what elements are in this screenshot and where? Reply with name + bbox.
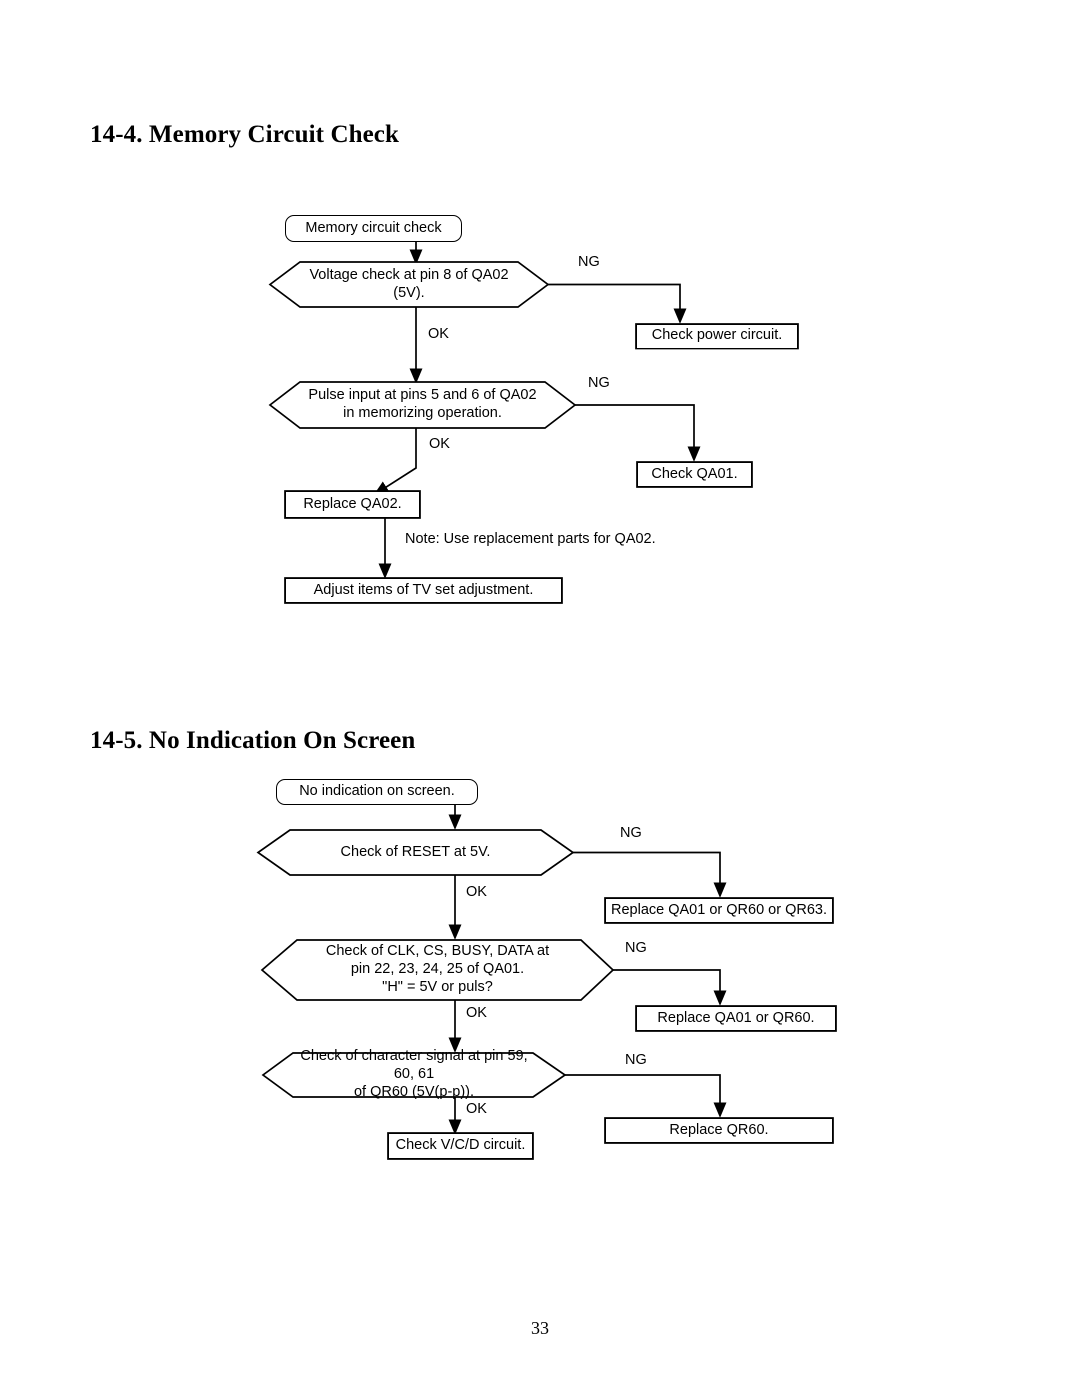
flow-node-replace-qa02[interactable]: Replace QA02. [285, 491, 420, 518]
flow-edge-label-ng-2: NG [625, 940, 647, 956]
flow-edge-label-ng-1: NG [620, 825, 642, 841]
section-heading-14-5: 14-5. No Indication On Screen [90, 727, 416, 754]
flow-node-no-indication-on-screen[interactable]: No indication on screen. [276, 779, 478, 805]
flow-edge-label-ok-1: OK [428, 326, 449, 342]
flow-node-label: No indication on screen. [299, 783, 455, 800]
flow-edge-label-ok-3: OK [466, 1101, 487, 1117]
flow-node-label: Memory circuit check [305, 219, 442, 236]
flow-node-label: Replace QA01 or QR60 or QR63. [611, 901, 827, 918]
flow-node-replace-qr60[interactable]: Replace QR60. [605, 1118, 833, 1143]
flowchart-memory-circuit-check: Memory circuit check Voltage check at pi… [0, 200, 1080, 630]
flow-edge-label-ok-2: OK [466, 1005, 487, 1021]
page-number: 33 [531, 1318, 549, 1338]
section-heading-14-4: 14-4. Memory Circuit Check [90, 121, 400, 148]
flow-decision-check-character-signal[interactable]: Check of character signal at pin 59, 60,… [263, 1048, 565, 1099]
flow-node-check-vcd-circuit[interactable]: Check V/C/D circuit. [388, 1133, 533, 1159]
flow-edge-label-ng-3: NG [625, 1052, 647, 1068]
flow-node-label: Replace QA01 or QR60. [657, 1009, 815, 1026]
flow-note-replacement-parts: Note: Use replacement parts for QA02. [405, 531, 656, 547]
flow-node-label: Check of CLK, CS, BUSY, DATA at pin 22, … [325, 943, 550, 995]
flow-node-adjust-items-tv-set[interactable]: Adjust items of TV set adjustment. [285, 578, 562, 603]
flow-node-label: Check V/C/D circuit. [395, 1137, 526, 1154]
flow-decision-check-reset-5v[interactable]: Check of RESET at 5V. [258, 830, 573, 875]
flow-node-label: Check power circuit. [651, 327, 783, 344]
flow-node-memory-circuit-check[interactable]: Memory circuit check [285, 215, 462, 242]
flow-node-label: Check of character signal at pin 59, 60,… [300, 1048, 528, 1100]
flow-decision-check-clk-cs-busy-data[interactable]: Check of CLK, CS, BUSY, DATA at pin 22, … [262, 940, 613, 1000]
flow-node-check-qa01[interactable]: Check QA01. [637, 462, 752, 487]
flow-node-label: Pulse input at pins 5 and 6 of QA02 in m… [308, 387, 537, 421]
flow-node-replace-qa01-qr60-qr63[interactable]: Replace QA01 or QR60 or QR63. [605, 898, 833, 923]
flow-node-label: Replace QA02. [303, 495, 402, 512]
flow-node-label: Check of RESET at 5V. [340, 843, 491, 860]
flow-edge-label-ng-1: NG [578, 254, 600, 270]
flow-edge-label-ok-1: OK [466, 884, 487, 900]
document-page: 14-4. Memory Circuit Check Memory circui… [0, 0, 1080, 1397]
flowchart-no-indication-on-screen: No indication on screen. Check of RESET … [0, 770, 1080, 1180]
flow-node-replace-qa01-qr60[interactable]: Replace QA01 or QR60. [636, 1006, 836, 1031]
flow-edge-label-ok-2: OK [429, 436, 450, 452]
flow-node-label: Voltage check at pin 8 of QA02 (5V). [309, 266, 509, 301]
flow-node-label: Check QA01. [651, 465, 738, 482]
flow-node-check-power-circuit[interactable]: Check power circuit. [636, 324, 798, 349]
flow-decision-pulse-input-qa02[interactable]: Pulse input at pins 5 and 6 of QA02 in m… [270, 382, 575, 428]
flow-node-label: Replace QR60. [669, 1121, 769, 1138]
flow-edge-label-ng-2: NG [588, 375, 610, 391]
flow-node-label: Adjust items of TV set adjustment. [313, 581, 534, 598]
flow-decision-voltage-check-qa02[interactable]: Voltage check at pin 8 of QA02 (5V). [270, 262, 548, 307]
